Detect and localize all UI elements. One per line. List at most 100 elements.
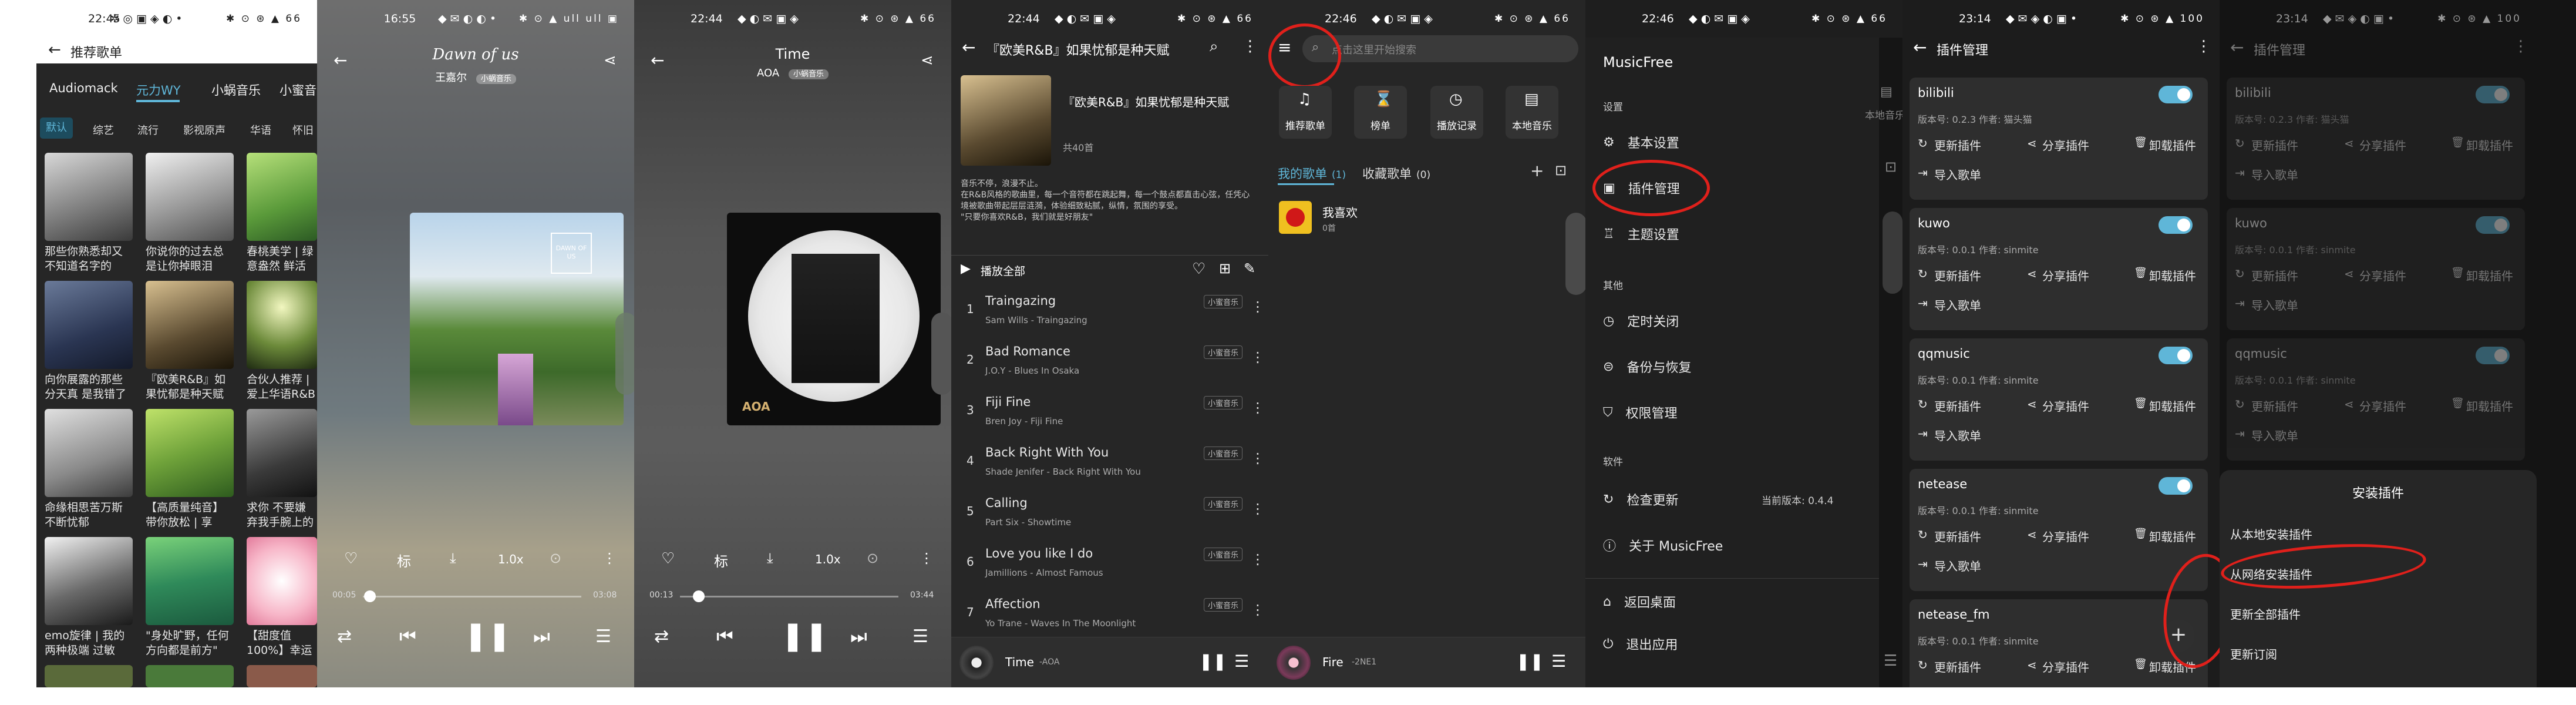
- sheet-cover[interactable]: [146, 665, 234, 687]
- repeat-icon[interactable]: ⇄: [654, 626, 669, 647]
- sheet-cover[interactable]: [45, 153, 133, 241]
- share-button[interactable]: 分享插件: [2042, 397, 2089, 414]
- song-row[interactable]: 2 Bad Romance J.O.Y - Blues In Osaka 小蜜音乐 ⋮: [951, 335, 1268, 385]
- add-icon[interactable]: +: [1530, 161, 1544, 180]
- song-row[interactable]: 4 Back Right With You Shade Jenifer - Back…: [951, 436, 1268, 486]
- plugin-toggle[interactable]: [2159, 477, 2193, 495]
- fav-name[interactable]: 我喜欢: [1322, 203, 1358, 220]
- option-local-install[interactable]: 从本地安装插件: [2230, 525, 2312, 542]
- edge-handle[interactable]: [931, 313, 951, 395]
- sheet-cover[interactable]: [45, 665, 133, 687]
- playlist-icon[interactable]: ☰: [912, 626, 928, 647]
- previous-icon[interactable]: ⏮: [716, 625, 733, 648]
- sheet-cover[interactable]: [146, 281, 234, 369]
- heart-icon[interactable]: ♡: [344, 550, 358, 568]
- progress-thumb[interactable]: [693, 590, 705, 602]
- edit-icon[interactable]: ✎: [1244, 260, 1255, 277]
- update-button[interactable]: 更新插件: [1934, 136, 1981, 153]
- import-button[interactable]: 导入歌单: [1934, 296, 1981, 313]
- comment-icon[interactable]: ⊙: [550, 550, 561, 566]
- plugin-toggle[interactable]: [2476, 216, 2510, 234]
- sheet-cover[interactable]: [45, 409, 133, 497]
- progress-track[interactable]: [363, 596, 581, 597]
- more-icon[interactable]: ⋮: [1251, 450, 1265, 466]
- share-button[interactable]: 分享插件: [2359, 267, 2406, 284]
- song-row[interactable]: 6 Love you like I do Jamillions - Almost F…: [951, 537, 1268, 588]
- progress-thumb[interactable]: [364, 590, 376, 602]
- update-button[interactable]: 更新插件: [1934, 658, 1981, 675]
- song-row[interactable]: 7 Affection Yo Trane - Waves In The Moonli…: [951, 588, 1268, 638]
- heart-icon[interactable]: ♡: [661, 550, 675, 568]
- search-bar[interactable]: ⌕ 点击这里开始搜索: [1302, 35, 1578, 62]
- mini-player[interactable]: Fire -2NE1 ❚❚ ☰: [1268, 637, 1585, 687]
- playlist-icon[interactable]: ☰: [1551, 652, 1566, 671]
- edge-handle[interactable]: [615, 313, 634, 395]
- more-icon[interactable]: ⋮: [2196, 38, 2211, 55]
- sheet-cover[interactable]: [247, 537, 317, 625]
- share-button[interactable]: 分享插件: [2042, 267, 2089, 284]
- back-arrow-icon[interactable]: ←: [1913, 38, 1927, 57]
- tab-my-sheets[interactable]: 我的歌单 (1): [1278, 164, 1346, 182]
- menu-basic-settings[interactable]: ⚙ 基本设置: [1603, 133, 1679, 152]
- import-button[interactable]: 导入歌单: [1934, 166, 1981, 183]
- plugin-toggle[interactable]: [2476, 347, 2510, 364]
- share-button[interactable]: 分享插件: [2042, 658, 2089, 675]
- uninstall-button[interactable]: 卸载插件: [2149, 528, 2196, 545]
- uninstall-button[interactable]: 卸载插件: [2466, 397, 2513, 414]
- chip-variety[interactable]: 综艺: [93, 122, 114, 137]
- more-icon[interactable]: ⋮: [1251, 298, 1265, 315]
- uninstall-button[interactable]: 卸载插件: [2149, 397, 2196, 414]
- sheet-cover[interactable]: [45, 537, 133, 625]
- update-button[interactable]: 更新插件: [1934, 528, 1981, 545]
- heart-icon[interactable]: ♡: [1192, 260, 1205, 278]
- plugin-toggle[interactable]: [2159, 347, 2193, 364]
- chip-pop[interactable]: 流行: [137, 122, 159, 137]
- back-arrow-icon[interactable]: ←: [2230, 38, 2244, 57]
- plugin-toggle[interactable]: [2159, 86, 2193, 103]
- sheet-cover[interactable]: [45, 281, 133, 369]
- more-icon[interactable]: ⋮: [1251, 400, 1265, 416]
- more-icon[interactable]: ⋮: [1251, 501, 1265, 517]
- chip-nostalgia[interactable]: 怀旧: [292, 122, 314, 137]
- play-all-button[interactable]: 播放全部: [981, 263, 1025, 278]
- song-row[interactable]: 3 Fiji Fine Bren Joy - Fiji Fine 小蜜音乐 ⋮: [951, 385, 1268, 436]
- comment-icon[interactable]: ⊙: [867, 550, 878, 566]
- quick-charts[interactable]: ⌛ 榜单: [1354, 86, 1407, 139]
- menu-exit[interactable]: ⏻ 退出应用: [1603, 634, 1678, 653]
- lyric-button[interactable]: 标: [397, 550, 411, 570]
- update-button[interactable]: 更新插件: [2251, 397, 2298, 414]
- repeat-icon[interactable]: ⇄: [337, 626, 352, 647]
- menu-check-update[interactable]: ↻ 检查更新: [1603, 490, 1678, 509]
- sheet-cover[interactable]: [146, 537, 234, 625]
- sheet-cover[interactable]: [247, 153, 317, 241]
- tab-audiomack[interactable]: Audiomack: [49, 81, 118, 95]
- chip-chinese[interactable]: 华语: [250, 122, 271, 137]
- import-button[interactable]: 导入歌单: [1934, 557, 1981, 574]
- import-button[interactable]: 导入歌单: [2251, 166, 2298, 183]
- plugin-toggle[interactable]: [2159, 216, 2193, 234]
- import-button[interactable]: 导入歌单: [2251, 296, 2298, 313]
- sheet-cover[interactable]: [247, 409, 317, 497]
- mini-player[interactable]: Time -AOA ❚❚ ☰: [951, 637, 1268, 687]
- previous-icon[interactable]: ⏮: [399, 625, 416, 648]
- playlist-icon[interactable]: ☰: [595, 626, 611, 647]
- share-button[interactable]: 分享插件: [2042, 136, 2089, 153]
- pause-icon[interactable]: ❚❚: [464, 619, 511, 652]
- option-update-subscription[interactable]: 更新订阅: [2230, 645, 2277, 662]
- edge-handle[interactable]: [1565, 213, 1585, 295]
- lyric-button[interactable]: 标: [714, 550, 728, 570]
- uninstall-button[interactable]: 卸载插件: [2149, 267, 2196, 284]
- tab-xiaowo[interactable]: 小蜗音乐: [211, 81, 261, 99]
- chip-default[interactable]: 默认: [40, 118, 73, 139]
- share-button[interactable]: 分享插件: [2359, 136, 2406, 153]
- search-icon[interactable]: ⌕: [1210, 38, 1218, 56]
- update-button[interactable]: 更新插件: [1934, 397, 1981, 414]
- sheet-cover[interactable]: [146, 409, 234, 497]
- download-icon[interactable]: ⤓: [450, 550, 456, 566]
- quick-history[interactable]: ◷ 播放记录: [1430, 86, 1483, 139]
- add-folder-icon[interactable]: ⊞: [1219, 260, 1231, 277]
- edge-handle[interactable]: [1883, 212, 1902, 294]
- menu-timer[interactable]: ◷ 定时关闭: [1603, 311, 1679, 330]
- play-icon[interactable]: ▶: [961, 261, 971, 276]
- share-button[interactable]: 分享插件: [2359, 397, 2406, 414]
